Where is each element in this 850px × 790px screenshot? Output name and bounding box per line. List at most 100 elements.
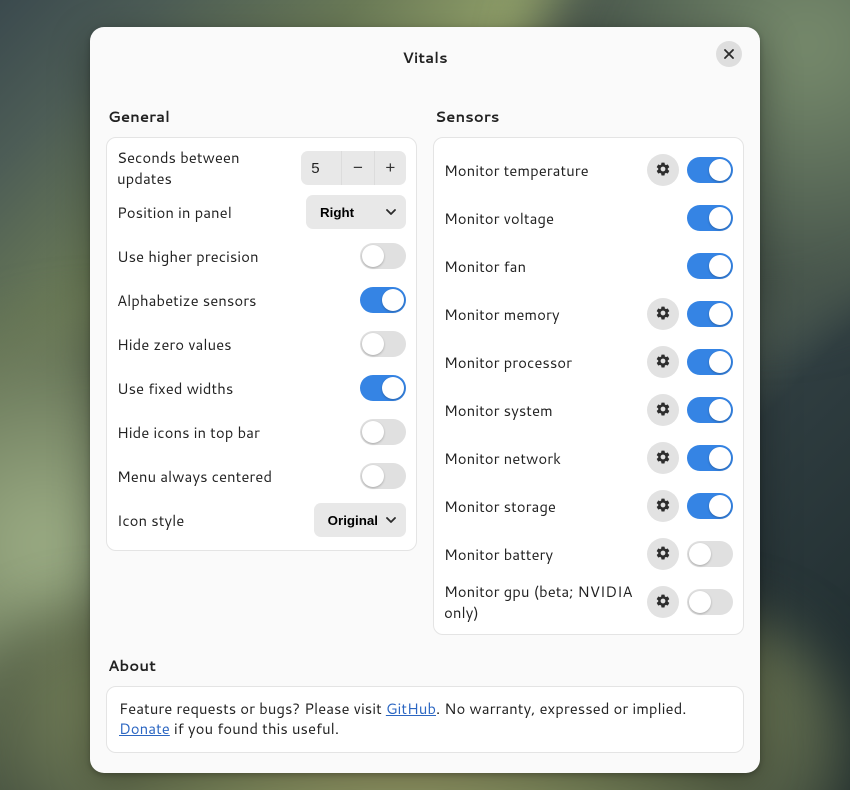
sensor-label-storage: Monitor storage bbox=[444, 496, 639, 517]
gear-icon bbox=[655, 593, 671, 612]
label-use-higher-precision: Use higher precision bbox=[117, 246, 352, 267]
label-icon-style: Icon style bbox=[117, 510, 306, 531]
sensor-row-storage: Monitor storage bbox=[444, 482, 733, 530]
seconds-value[interactable] bbox=[301, 151, 341, 185]
donate-link[interactable]: Donate bbox=[119, 718, 170, 739]
about-section: About Feature requests or bugs? Please v… bbox=[106, 655, 744, 753]
close-button[interactable] bbox=[716, 41, 742, 67]
plus-icon: + bbox=[385, 158, 395, 178]
titlebar: Vitals bbox=[106, 39, 744, 106]
sensor-label-temperature: Monitor temperature bbox=[444, 160, 639, 181]
sensor-row-battery: Monitor battery bbox=[444, 530, 733, 578]
label-menu-always-centered: Menu always centered bbox=[117, 466, 352, 487]
position-in-panel-dropdown[interactable]: Right bbox=[306, 195, 406, 229]
sensor-settings-button-processor[interactable] bbox=[647, 346, 679, 378]
sensor-switch-gpu[interactable] bbox=[687, 589, 733, 615]
seconds-decrement-button[interactable]: − bbox=[341, 151, 373, 185]
sensor-label-battery: Monitor battery bbox=[444, 544, 639, 565]
sensor-label-voltage: Monitor voltage bbox=[444, 208, 679, 229]
gear-icon bbox=[655, 449, 671, 468]
sensor-settings-button-system[interactable] bbox=[647, 394, 679, 426]
label-seconds-between-updates: Seconds between updates bbox=[117, 147, 293, 189]
sensor-switch-voltage[interactable] bbox=[687, 205, 733, 231]
sensor-row-memory: Monitor memory bbox=[444, 290, 733, 338]
chevron-down-icon bbox=[386, 209, 396, 215]
sensor-row-system: Monitor system bbox=[444, 386, 733, 434]
gear-icon bbox=[655, 545, 671, 564]
sensor-label-fan: Monitor fan bbox=[444, 256, 679, 277]
sensor-row-gpu: Monitor gpu (beta; NVIDIA only) bbox=[444, 578, 733, 626]
row-use-fixed-widths: Use fixed widths bbox=[117, 366, 406, 410]
sensor-label-processor: Monitor processor bbox=[444, 352, 639, 373]
about-text-middle: . No warranty, expressed or implied. bbox=[436, 698, 686, 719]
sensor-settings-button-temperature[interactable] bbox=[647, 154, 679, 186]
about-heading: About bbox=[106, 655, 744, 676]
minus-icon: − bbox=[353, 158, 363, 178]
label-alphabetize-sensors: Alphabetize sensors bbox=[117, 290, 352, 311]
dialog-title: Vitals bbox=[402, 47, 447, 68]
row-icon-style: Icon style Original bbox=[117, 498, 406, 542]
switch-use-fixed-widths[interactable] bbox=[360, 375, 406, 401]
sensor-switch-storage[interactable] bbox=[687, 493, 733, 519]
general-column: General Seconds between updates − + bbox=[106, 106, 417, 635]
sensor-switch-temperature[interactable] bbox=[687, 157, 733, 183]
sensor-settings-button-network[interactable] bbox=[647, 442, 679, 474]
switch-hide-zero-values[interactable] bbox=[360, 331, 406, 357]
sensor-settings-button-battery[interactable] bbox=[647, 538, 679, 570]
about-text-suffix: if you found this useful. bbox=[170, 718, 339, 739]
gear-icon bbox=[655, 161, 671, 180]
sensor-switch-fan[interactable] bbox=[687, 253, 733, 279]
sensor-label-memory: Monitor memory bbox=[444, 304, 639, 325]
sensor-row-network: Monitor network bbox=[444, 434, 733, 482]
switch-menu-always-centered[interactable] bbox=[360, 463, 406, 489]
row-alphabetize-sensors: Alphabetize sensors bbox=[117, 278, 406, 322]
sensor-settings-button-storage[interactable] bbox=[647, 490, 679, 522]
sensor-row-fan: Monitor fan bbox=[444, 242, 733, 290]
gear-icon bbox=[655, 305, 671, 324]
icon-style-dropdown[interactable]: Original bbox=[314, 503, 406, 537]
label-hide-icons-in-top-bar: Hide icons in top bar bbox=[117, 422, 352, 443]
sensor-settings-button-gpu[interactable] bbox=[647, 586, 679, 618]
sensors-panel: Monitor temperature Monitor voltage Monito… bbox=[433, 137, 744, 635]
label-use-fixed-widths: Use fixed widths bbox=[117, 378, 352, 399]
sensor-label-system: Monitor system bbox=[444, 400, 639, 421]
sensor-row-temperature: Monitor temperature bbox=[444, 146, 733, 194]
sensors-column: Sensors Monitor temperature Monitor volta… bbox=[433, 106, 744, 635]
github-link[interactable]: GitHub bbox=[386, 698, 436, 719]
preferences-dialog: Vitals General Seconds between updates − bbox=[90, 27, 760, 773]
general-heading: General bbox=[106, 106, 417, 127]
sensor-switch-battery[interactable] bbox=[687, 541, 733, 567]
sensor-label-network: Monitor network bbox=[444, 448, 639, 469]
sensor-row-processor: Monitor processor bbox=[444, 338, 733, 386]
sensors-heading: Sensors bbox=[433, 106, 744, 127]
gear-icon bbox=[655, 401, 671, 420]
switch-use-higher-precision[interactable] bbox=[360, 243, 406, 269]
sensor-switch-processor[interactable] bbox=[687, 349, 733, 375]
sensor-label-gpu: Monitor gpu (beta; NVIDIA only) bbox=[444, 581, 639, 623]
gear-icon bbox=[655, 497, 671, 516]
about-panel: Feature requests or bugs? Please visit G… bbox=[106, 686, 744, 753]
row-seconds-between-updates: Seconds between updates − + bbox=[117, 146, 406, 190]
sensor-switch-system[interactable] bbox=[687, 397, 733, 423]
sensor-switch-memory[interactable] bbox=[687, 301, 733, 327]
gear-icon bbox=[655, 353, 671, 372]
chevron-down-icon bbox=[386, 517, 396, 523]
close-icon bbox=[724, 46, 734, 62]
sensor-row-voltage: Monitor voltage bbox=[444, 194, 733, 242]
switch-alphabetize-sensors[interactable] bbox=[360, 287, 406, 313]
seconds-increment-button[interactable]: + bbox=[374, 151, 406, 185]
row-hide-icons-in-top-bar: Hide icons in top bar bbox=[117, 410, 406, 454]
about-text-prefix: Feature requests or bugs? Please visit bbox=[119, 698, 386, 719]
sensor-settings-button-memory[interactable] bbox=[647, 298, 679, 330]
label-hide-zero-values: Hide zero values bbox=[117, 334, 352, 355]
row-use-higher-precision: Use higher precision bbox=[117, 234, 406, 278]
sensor-switch-network[interactable] bbox=[687, 445, 733, 471]
seconds-stepper: − + bbox=[301, 151, 406, 185]
label-position-in-panel: Position in panel bbox=[117, 202, 298, 223]
position-in-panel-value: Right bbox=[320, 205, 354, 220]
icon-style-value: Original bbox=[328, 513, 378, 528]
row-menu-always-centered: Menu always centered bbox=[117, 454, 406, 498]
row-position-in-panel: Position in panel Right bbox=[117, 190, 406, 234]
row-hide-zero-values: Hide zero values bbox=[117, 322, 406, 366]
switch-hide-icons-in-top-bar[interactable] bbox=[360, 419, 406, 445]
